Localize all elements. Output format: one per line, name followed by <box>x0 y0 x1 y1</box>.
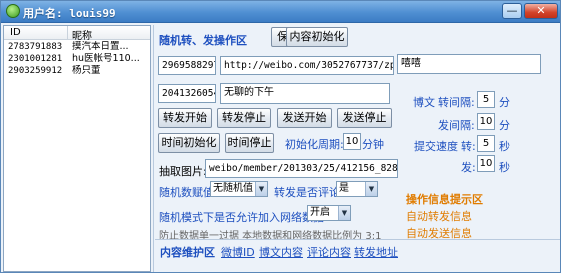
row-nickname: 摸汽本日置... <box>72 41 129 52</box>
app-logo-icon <box>6 4 20 18</box>
speed-repost-field[interactable]: 5 <box>477 135 495 152</box>
chevron-down-icon: ▼ <box>255 182 267 196</box>
list-row[interactable]: 2783791883 摸汽本日置... <box>4 41 150 53</box>
repost-interval-unit: 分 <box>499 96 510 109</box>
post-stop-button[interactable]: 发送停止 <box>337 108 392 128</box>
status-area-title: 操作信息提示区 <box>406 193 483 206</box>
repost-stop-button[interactable]: 转发停止 <box>217 108 271 128</box>
repost-comment-select[interactable]: 是 ▼ <box>336 181 378 197</box>
init-period-label: 初始化周期: <box>285 138 344 151</box>
list-row[interactable]: 2903259912 杨只董 <box>4 65 150 77</box>
panel-divider <box>153 25 154 272</box>
column-header-id[interactable]: ID <box>10 27 21 38</box>
row-id: 2903259912 <box>8 66 63 76</box>
account-list[interactable]: ID 昵称 2783791883 摸汽本日置... 2301001281 hu医… <box>3 25 151 272</box>
id-field[interactable]: 2969588297 <box>158 56 216 75</box>
post-interval-unit: 分 <box>499 119 510 132</box>
random-assign-select[interactable]: 无随机值 ▼ <box>210 181 268 197</box>
repost-interval-label: 转间隔: <box>438 96 475 109</box>
post-interval-label: 发间隔: <box>438 119 475 132</box>
maintenance-section-title: 内容维护区 <box>160 246 215 259</box>
init-period-field[interactable]: 10 <box>343 133 361 150</box>
weibo-label: 博文 <box>413 96 435 109</box>
list-row[interactable]: 2301001281 hu医帐号110... <box>4 53 150 65</box>
repost-start-button[interactable]: 转发开始 <box>158 108 212 128</box>
column-header-nickname[interactable]: 昵称 <box>72 27 92 42</box>
column-divider <box>67 26 68 40</box>
time-init-button[interactable]: 时间初始化 <box>158 133 220 153</box>
repost-comment-label: 转发是否评论: <box>274 186 344 199</box>
content-maintenance-bar: 内容维护区 微博ID 博文内容 评论内容 转发地址 <box>155 241 560 272</box>
network-select[interactable]: 开启 ▼ <box>307 205 351 221</box>
row-id: 2783791883 <box>8 42 63 52</box>
link-weibo-id[interactable]: 微博ID <box>221 244 255 260</box>
close-button[interactable]: ✕ <box>524 3 558 19</box>
link-weibo-content[interactable]: 博文内容 <box>259 244 303 260</box>
id2-field[interactable]: 2041326054 <box>158 84 216 103</box>
row-nickname: 杨只董 <box>72 65 101 76</box>
time-stop-button[interactable]: 时间停止 <box>225 133 274 153</box>
init-content-button[interactable]: 内容初始化 <box>286 27 348 47</box>
post-start-button[interactable]: 发送开始 <box>277 108 332 128</box>
bottom-divider <box>155 239 560 240</box>
post-interval-field[interactable]: 10 <box>477 113 495 130</box>
row-nickname: hu医帐号110... <box>72 53 140 64</box>
text-field[interactable]: 无聊的下午 <box>220 83 390 104</box>
repost-comment-value: 是 <box>339 183 349 194</box>
network-label: 随机模式下是否允许加入网络数据: <box>159 211 328 224</box>
minimize-button[interactable]: — <box>502 3 522 19</box>
speed-label: 提交速度 <box>414 140 458 153</box>
repost-interval-field[interactable]: 5 <box>477 91 495 108</box>
main-window: 用户名: louis99 — ✕ ID 昵称 2783791883 摸汽本日置.… <box>0 0 561 273</box>
row-id: 2301001281 <box>8 54 63 64</box>
image-label: 抽取图片: <box>159 165 207 178</box>
title-bar[interactable]: 用户名: louis99 — ✕ <box>1 1 560 23</box>
window-title: 用户名: louis99 <box>23 7 116 20</box>
speed-post-field[interactable]: 10 <box>477 155 495 172</box>
link-repost-address[interactable]: 转发地址 <box>354 244 398 260</box>
url-field[interactable]: http://weibo.com/3052767737/zp3uUmL <box>220 56 394 75</box>
speed-post-unit: 秒 <box>499 161 510 174</box>
init-period-unit: 分钟 <box>362 138 384 151</box>
network-value: 开启 <box>310 207 330 218</box>
speed-repost-unit: 秒 <box>499 140 510 153</box>
random-assign-label: 随机数赋值: <box>159 186 218 199</box>
list-header: ID 昵称 <box>4 26 150 42</box>
chevron-down-icon: ▼ <box>338 206 350 220</box>
image-path-field[interactable]: weibo/member/201303/25/412156_82852dadc <box>205 159 398 178</box>
reply-field[interactable]: 嘻嘻 <box>397 54 541 74</box>
link-comment-content[interactable]: 评论内容 <box>307 244 351 260</box>
ops-section-title: 随机转、发操作区 <box>159 34 247 47</box>
random-assign-value: 无随机值 <box>213 183 253 194</box>
status-repost-info: 自动转发信息 <box>406 210 472 223</box>
chevron-down-icon: ▼ <box>365 182 377 196</box>
speed-post-label: 发: <box>461 161 476 174</box>
speed-repost-label: 转: <box>461 140 476 153</box>
